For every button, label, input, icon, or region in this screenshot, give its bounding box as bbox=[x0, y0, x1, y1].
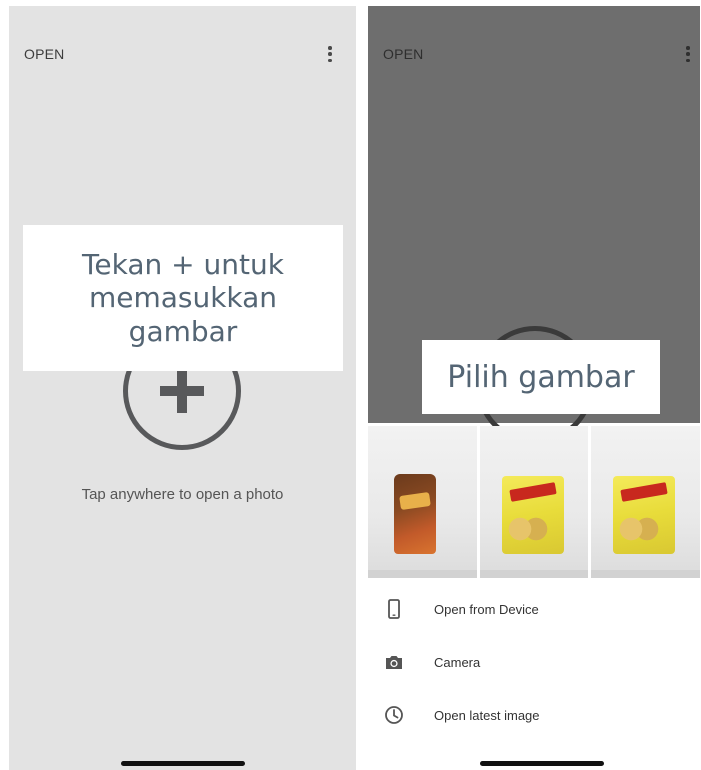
menu-item-label: Open from Device bbox=[434, 601, 539, 617]
camera-icon bbox=[386, 656, 402, 669]
more-vert-icon[interactable] bbox=[324, 44, 336, 64]
photo-thumbnail-brown-snack bbox=[394, 474, 436, 554]
topbar-title: OPEN bbox=[24, 46, 65, 62]
photo-thumbnail[interactable] bbox=[591, 426, 700, 578]
photo-thumbnail[interactable] bbox=[368, 426, 477, 578]
menu-item-label: Open latest image bbox=[434, 707, 540, 723]
home-indicator bbox=[480, 761, 604, 766]
right-screen: OPEN Pilih gambar Open from Device Camer… bbox=[368, 6, 700, 770]
smartphone-icon bbox=[388, 599, 400, 619]
photo-thumbnail-yellow-snack bbox=[613, 476, 676, 554]
instruction-callout: Pilih gambar bbox=[422, 340, 660, 414]
recent-photos-strip bbox=[368, 426, 700, 578]
open-photo-hint: Tap anywhere to open a photo bbox=[81, 486, 284, 503]
menu-item-open-latest-image[interactable]: Open latest image bbox=[368, 695, 700, 735]
home-indicator bbox=[121, 761, 245, 766]
more-vert-icon[interactable] bbox=[682, 44, 694, 64]
photo-thumbnail-yellow-snack bbox=[501, 476, 564, 554]
topbar-title: OPEN bbox=[383, 46, 424, 62]
left-screen[interactable]: OPEN Tap anywhere to open a photo Tekan … bbox=[9, 6, 356, 770]
menu-item-camera[interactable]: Camera bbox=[368, 642, 700, 682]
clock-icon bbox=[385, 706, 403, 724]
menu-item-label: Camera bbox=[434, 654, 481, 670]
instruction-callout: Tekan + untuk memasukkan gambar bbox=[23, 225, 343, 371]
menu-item-open-from-device[interactable]: Open from Device bbox=[368, 589, 700, 629]
photo-thumbnail[interactable] bbox=[479, 426, 589, 578]
